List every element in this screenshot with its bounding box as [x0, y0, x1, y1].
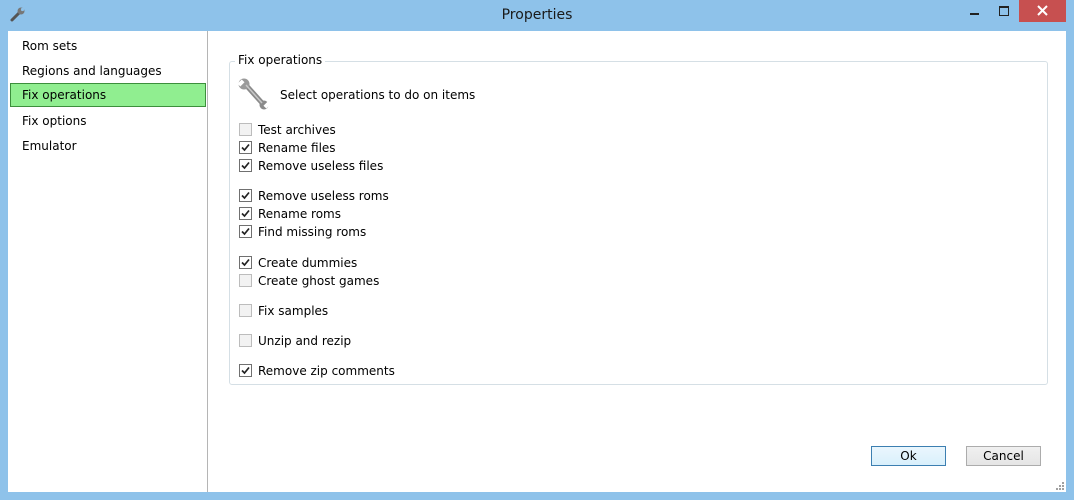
checkbox-unchecked[interactable] [239, 274, 252, 287]
checkmark-icon [241, 143, 250, 152]
minimize-icon [970, 13, 979, 15]
window-title: Properties [501, 7, 573, 23]
option-label: Rename files [258, 141, 336, 155]
checkmark-icon [241, 366, 250, 375]
checkmark-icon [241, 191, 250, 200]
properties-window: Properties Rom sets Regions and language… [0, 0, 1074, 500]
checkbox-checked[interactable] [239, 225, 252, 238]
wrench-icon [237, 78, 271, 110]
cancel-button[interactable]: Cancel [966, 446, 1041, 466]
checkmark-icon [241, 258, 250, 267]
close-button[interactable] [1019, 0, 1066, 22]
checkbox-checked[interactable] [239, 256, 252, 269]
group-title: Fix operations [235, 53, 326, 67]
option-label: Remove useless roms [258, 189, 389, 203]
checkmark-icon [241, 227, 250, 236]
option-label: Test archives [258, 123, 336, 137]
sidebar-item-emulator[interactable]: Emulator [10, 135, 206, 159]
dialog-content: Rom sets Regions and languages Fix opera… [8, 31, 1066, 492]
sidebar-item-rom-sets[interactable]: Rom sets [10, 35, 206, 59]
option-label: Fix samples [258, 304, 329, 318]
sidebar-item-fix-operations[interactable]: Fix operations [10, 83, 206, 107]
maximize-button[interactable] [989, 0, 1019, 22]
checkmark-icon [241, 209, 250, 218]
checkbox-checked[interactable] [239, 207, 252, 220]
resize-grip-icon[interactable] [1054, 480, 1064, 490]
checkbox-unchecked[interactable] [239, 304, 252, 317]
fix-operations-group [229, 61, 1048, 385]
option-label: Find missing roms [258, 225, 367, 239]
maximize-icon [999, 6, 1009, 16]
option-label: Rename roms [258, 207, 341, 221]
checkmark-icon [241, 161, 250, 170]
sidebar: Rom sets Regions and languages Fix opera… [8, 31, 208, 492]
sidebar-item-regions-and-languages[interactable]: Regions and languages [10, 60, 206, 84]
option-label: Remove zip comments [258, 364, 395, 378]
option-label: Unzip and rezip [258, 334, 352, 348]
ok-button[interactable]: Ok [871, 446, 946, 466]
checkbox-unchecked[interactable] [239, 334, 252, 347]
option-label: Remove useless files [258, 159, 384, 173]
option-label: Create dummies [258, 256, 358, 270]
checkbox-checked[interactable] [239, 189, 252, 202]
close-icon [1037, 5, 1048, 16]
group-description: Select operations to do on items [280, 88, 476, 102]
sidebar-item-fix-options[interactable]: Fix options [10, 110, 206, 134]
title-bar[interactable]: Properties [0, 0, 1074, 31]
checkbox-checked[interactable] [239, 141, 252, 154]
checkbox-checked[interactable] [239, 364, 252, 377]
minimize-button[interactable] [959, 0, 989, 22]
checkbox-unchecked[interactable] [239, 123, 252, 136]
option-label: Create ghost games [258, 274, 380, 288]
checkbox-checked[interactable] [239, 159, 252, 172]
